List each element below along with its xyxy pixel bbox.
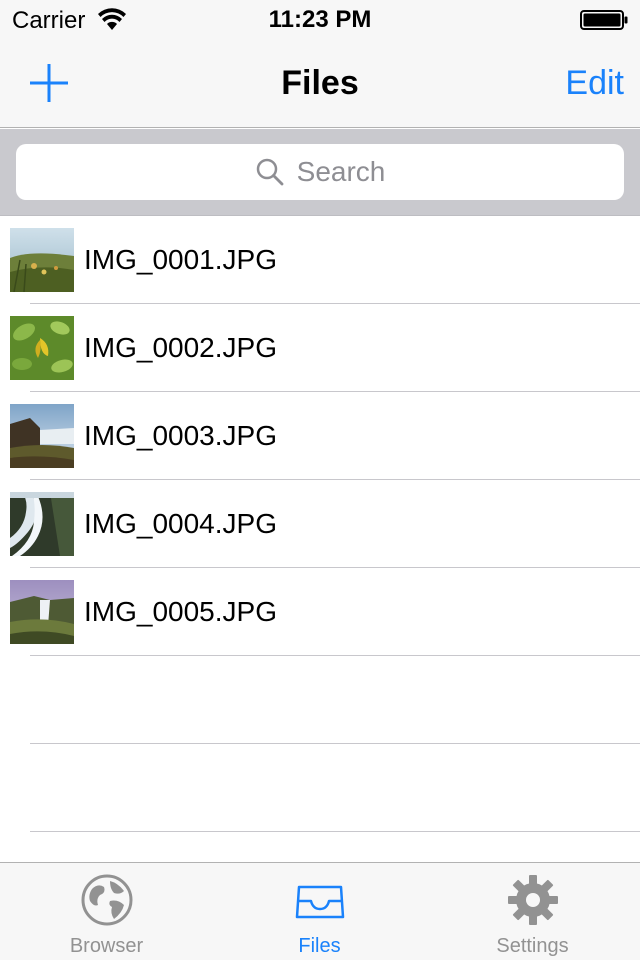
waterfall-valley-image bbox=[10, 580, 74, 644]
gear-icon bbox=[507, 875, 558, 925]
status-bar: Carrier 11:23 PM bbox=[0, 0, 640, 40]
globe-icon bbox=[81, 874, 132, 926]
butterfly-leaves-image bbox=[10, 316, 74, 380]
meadow-photo-image bbox=[10, 228, 74, 292]
navigation-bar: Files Edit bbox=[0, 40, 640, 128]
file-name: IMG_0003.JPG bbox=[84, 420, 277, 451]
search-input[interactable]: Search bbox=[16, 144, 624, 200]
file-thumbnail bbox=[10, 228, 74, 292]
tab-label: Files bbox=[298, 935, 341, 957]
file-thumbnail bbox=[10, 580, 74, 644]
file-name: IMG_0005.JPG bbox=[84, 596, 277, 627]
empty-row bbox=[0, 656, 640, 744]
tab-label: Settings bbox=[496, 935, 569, 957]
file-row[interactable]: IMG_0003.JPG bbox=[0, 392, 640, 480]
file-name: IMG_0004.JPG bbox=[84, 508, 277, 539]
tab-settings[interactable]: Settings bbox=[426, 863, 639, 960]
tab-bar: Browser Files Settings bbox=[0, 862, 640, 960]
inbox-tray-icon bbox=[295, 885, 344, 919]
empty-row bbox=[0, 744, 640, 832]
file-row[interactable]: IMG_0005.JPG bbox=[0, 568, 640, 656]
file-row[interactable]: IMG_0004.JPG bbox=[0, 480, 640, 568]
file-name: IMG_0001.JPG bbox=[84, 244, 277, 275]
file-row[interactable]: IMG_0002.JPG bbox=[0, 304, 640, 392]
battery-icon bbox=[580, 10, 628, 30]
search-icon bbox=[256, 158, 284, 186]
tab-files[interactable]: Files bbox=[213, 863, 426, 960]
file-list: IMG_0001.JPG IMG_0002.JPG IMG_0003.JPG I… bbox=[0, 216, 640, 832]
tab-label: Browser bbox=[69, 935, 144, 957]
file-thumbnail bbox=[10, 492, 74, 556]
file-thumbnail bbox=[10, 316, 74, 380]
tab-browser[interactable]: Browser bbox=[0, 863, 213, 960]
coastal-cliff-image bbox=[10, 404, 74, 468]
search-content: Search bbox=[16, 144, 624, 200]
file-row[interactable]: IMG_0001.JPG bbox=[0, 216, 640, 304]
edit-button[interactable]: Edit bbox=[565, 64, 624, 103]
screen: Carrier 11:23 PM Files Edit Search IMG_0… bbox=[0, 0, 640, 960]
waterfall-image bbox=[10, 492, 74, 556]
search-placeholder: Search bbox=[296, 156, 386, 187]
search-bar: Search bbox=[0, 129, 640, 216]
file-name: IMG_0002.JPG bbox=[84, 332, 277, 363]
page-title: Files bbox=[281, 64, 359, 102]
clock-label: 11:23 PM bbox=[268, 6, 372, 33]
file-thumbnail bbox=[10, 404, 74, 468]
